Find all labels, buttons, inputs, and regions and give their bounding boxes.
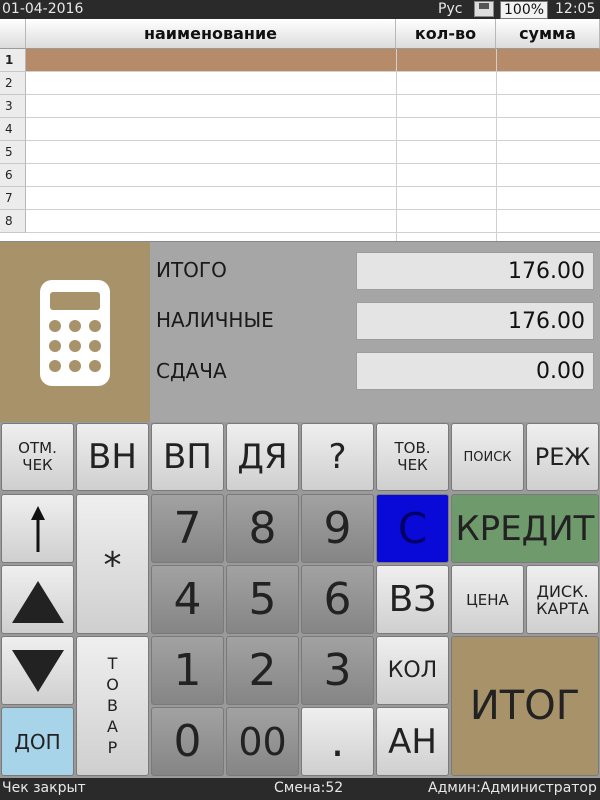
calculator-panel[interactable]	[0, 242, 150, 422]
question-button[interactable]: ?	[301, 423, 374, 491]
vn-button[interactable]: ВН	[76, 423, 149, 491]
table-row[interactable]	[26, 95, 600, 118]
table-row[interactable]	[26, 72, 600, 95]
digit-3-button[interactable]: 3	[301, 636, 374, 705]
digit-7-button[interactable]: 7	[151, 494, 224, 563]
price-button[interactable]: ЦЕНА	[451, 565, 524, 634]
date-label: 01-04-2016	[2, 1, 84, 17]
shift-number: Смена:52	[274, 780, 344, 796]
footer-status-bar: Чек закрыт Смена:52 Админ:Администратор	[0, 778, 600, 800]
row-number: 3	[0, 95, 26, 118]
row-number: 8	[0, 210, 26, 233]
digit-0-button[interactable]: 0	[151, 707, 224, 776]
clock: 12:05	[555, 1, 596, 17]
vp-button[interactable]: ВП	[151, 423, 224, 491]
an-button[interactable]: АН	[376, 707, 449, 776]
quantity-button[interactable]: КОЛ	[376, 636, 449, 705]
row-number: 1	[0, 49, 26, 72]
row-number-header	[0, 19, 26, 49]
table-row[interactable]	[26, 141, 600, 164]
column-header-name[interactable]: наименование	[26, 19, 396, 49]
table-row[interactable]	[26, 118, 600, 141]
search-button[interactable]: ПОИСК	[451, 423, 524, 491]
column-header-sum[interactable]: сумма	[496, 19, 600, 49]
digit-5-button[interactable]: 5	[226, 565, 299, 634]
itog-button[interactable]: ИТОГ	[451, 636, 599, 776]
digit-1-button[interactable]: 1	[151, 636, 224, 705]
table-row[interactable]	[26, 210, 600, 233]
credit-button[interactable]: КРЕДИТ	[451, 494, 599, 563]
current-user: Админ:Администратор	[428, 780, 597, 796]
row-number: 6	[0, 164, 26, 187]
arrow-up-icon	[30, 505, 45, 552]
scroll-down-button[interactable]	[1, 636, 74, 705]
change-label: СДАЧА	[156, 359, 227, 383]
clear-button[interactable]: С	[376, 494, 449, 563]
row-number: 4	[0, 118, 26, 141]
mode-button[interactable]: РЕЖ	[526, 423, 599, 491]
scroll-top-button[interactable]	[1, 494, 74, 563]
cash-value[interactable]: 176.00	[356, 302, 594, 340]
status-bar: 01-04-2016 Рус 100% 12:05	[0, 0, 600, 19]
scroll-up-button[interactable]	[1, 565, 74, 634]
dya-button[interactable]: ДЯ	[226, 423, 299, 491]
decimal-point-button[interactable]: .	[301, 707, 374, 776]
digit-6-button[interactable]: 6	[301, 565, 374, 634]
discount-card-button[interactable]: ДИСК. КАРТА	[526, 565, 599, 634]
table-row-selected[interactable]	[26, 49, 600, 72]
totals-panel: ИТОГО 176.00 НАЛИЧНЫЕ 176.00 СДАЧА 0.00	[150, 242, 600, 422]
total-value: 176.00	[356, 252, 594, 290]
digit-2-button[interactable]: 2	[226, 636, 299, 705]
row-number: 2	[0, 72, 26, 95]
multiply-button[interactable]: *	[76, 494, 149, 634]
battery-indicator: 100%	[500, 1, 549, 19]
additional-button[interactable]: ДОП	[1, 707, 74, 776]
digit-4-button[interactable]: 4	[151, 565, 224, 634]
double-zero-button[interactable]: 00	[226, 707, 299, 776]
cancel-check-button[interactable]: ОТМ. ЧЕК	[1, 423, 74, 491]
row-number: 7	[0, 187, 26, 210]
goods-button[interactable]: ТОВАР	[76, 636, 149, 776]
triangle-down-icon	[11, 649, 64, 692]
digit-9-button[interactable]: 9	[301, 494, 374, 563]
table-row[interactable]	[26, 187, 600, 210]
total-label: ИТОГО	[156, 258, 227, 282]
return-button[interactable]: ВЗ	[376, 565, 449, 634]
triangle-up-icon	[11, 580, 64, 623]
column-header-qty[interactable]: кол-во	[396, 19, 496, 49]
digit-8-button[interactable]: 8	[226, 494, 299, 563]
cash-label: НАЛИЧНЫЕ	[156, 308, 274, 332]
check-state: Чек закрыт	[2, 780, 86, 796]
goods-check-button[interactable]: ТОВ. ЧЕК	[376, 423, 449, 491]
language-indicator[interactable]: Рус	[438, 1, 462, 17]
save-icon	[474, 1, 494, 17]
calculator-icon	[40, 280, 110, 386]
change-value: 0.00	[356, 352, 594, 390]
row-number: 5	[0, 141, 26, 164]
receipt-table: наименование кол-во сумма 1 2 3 4 5 6 7 …	[0, 19, 600, 242]
table-row[interactable]	[26, 164, 600, 187]
